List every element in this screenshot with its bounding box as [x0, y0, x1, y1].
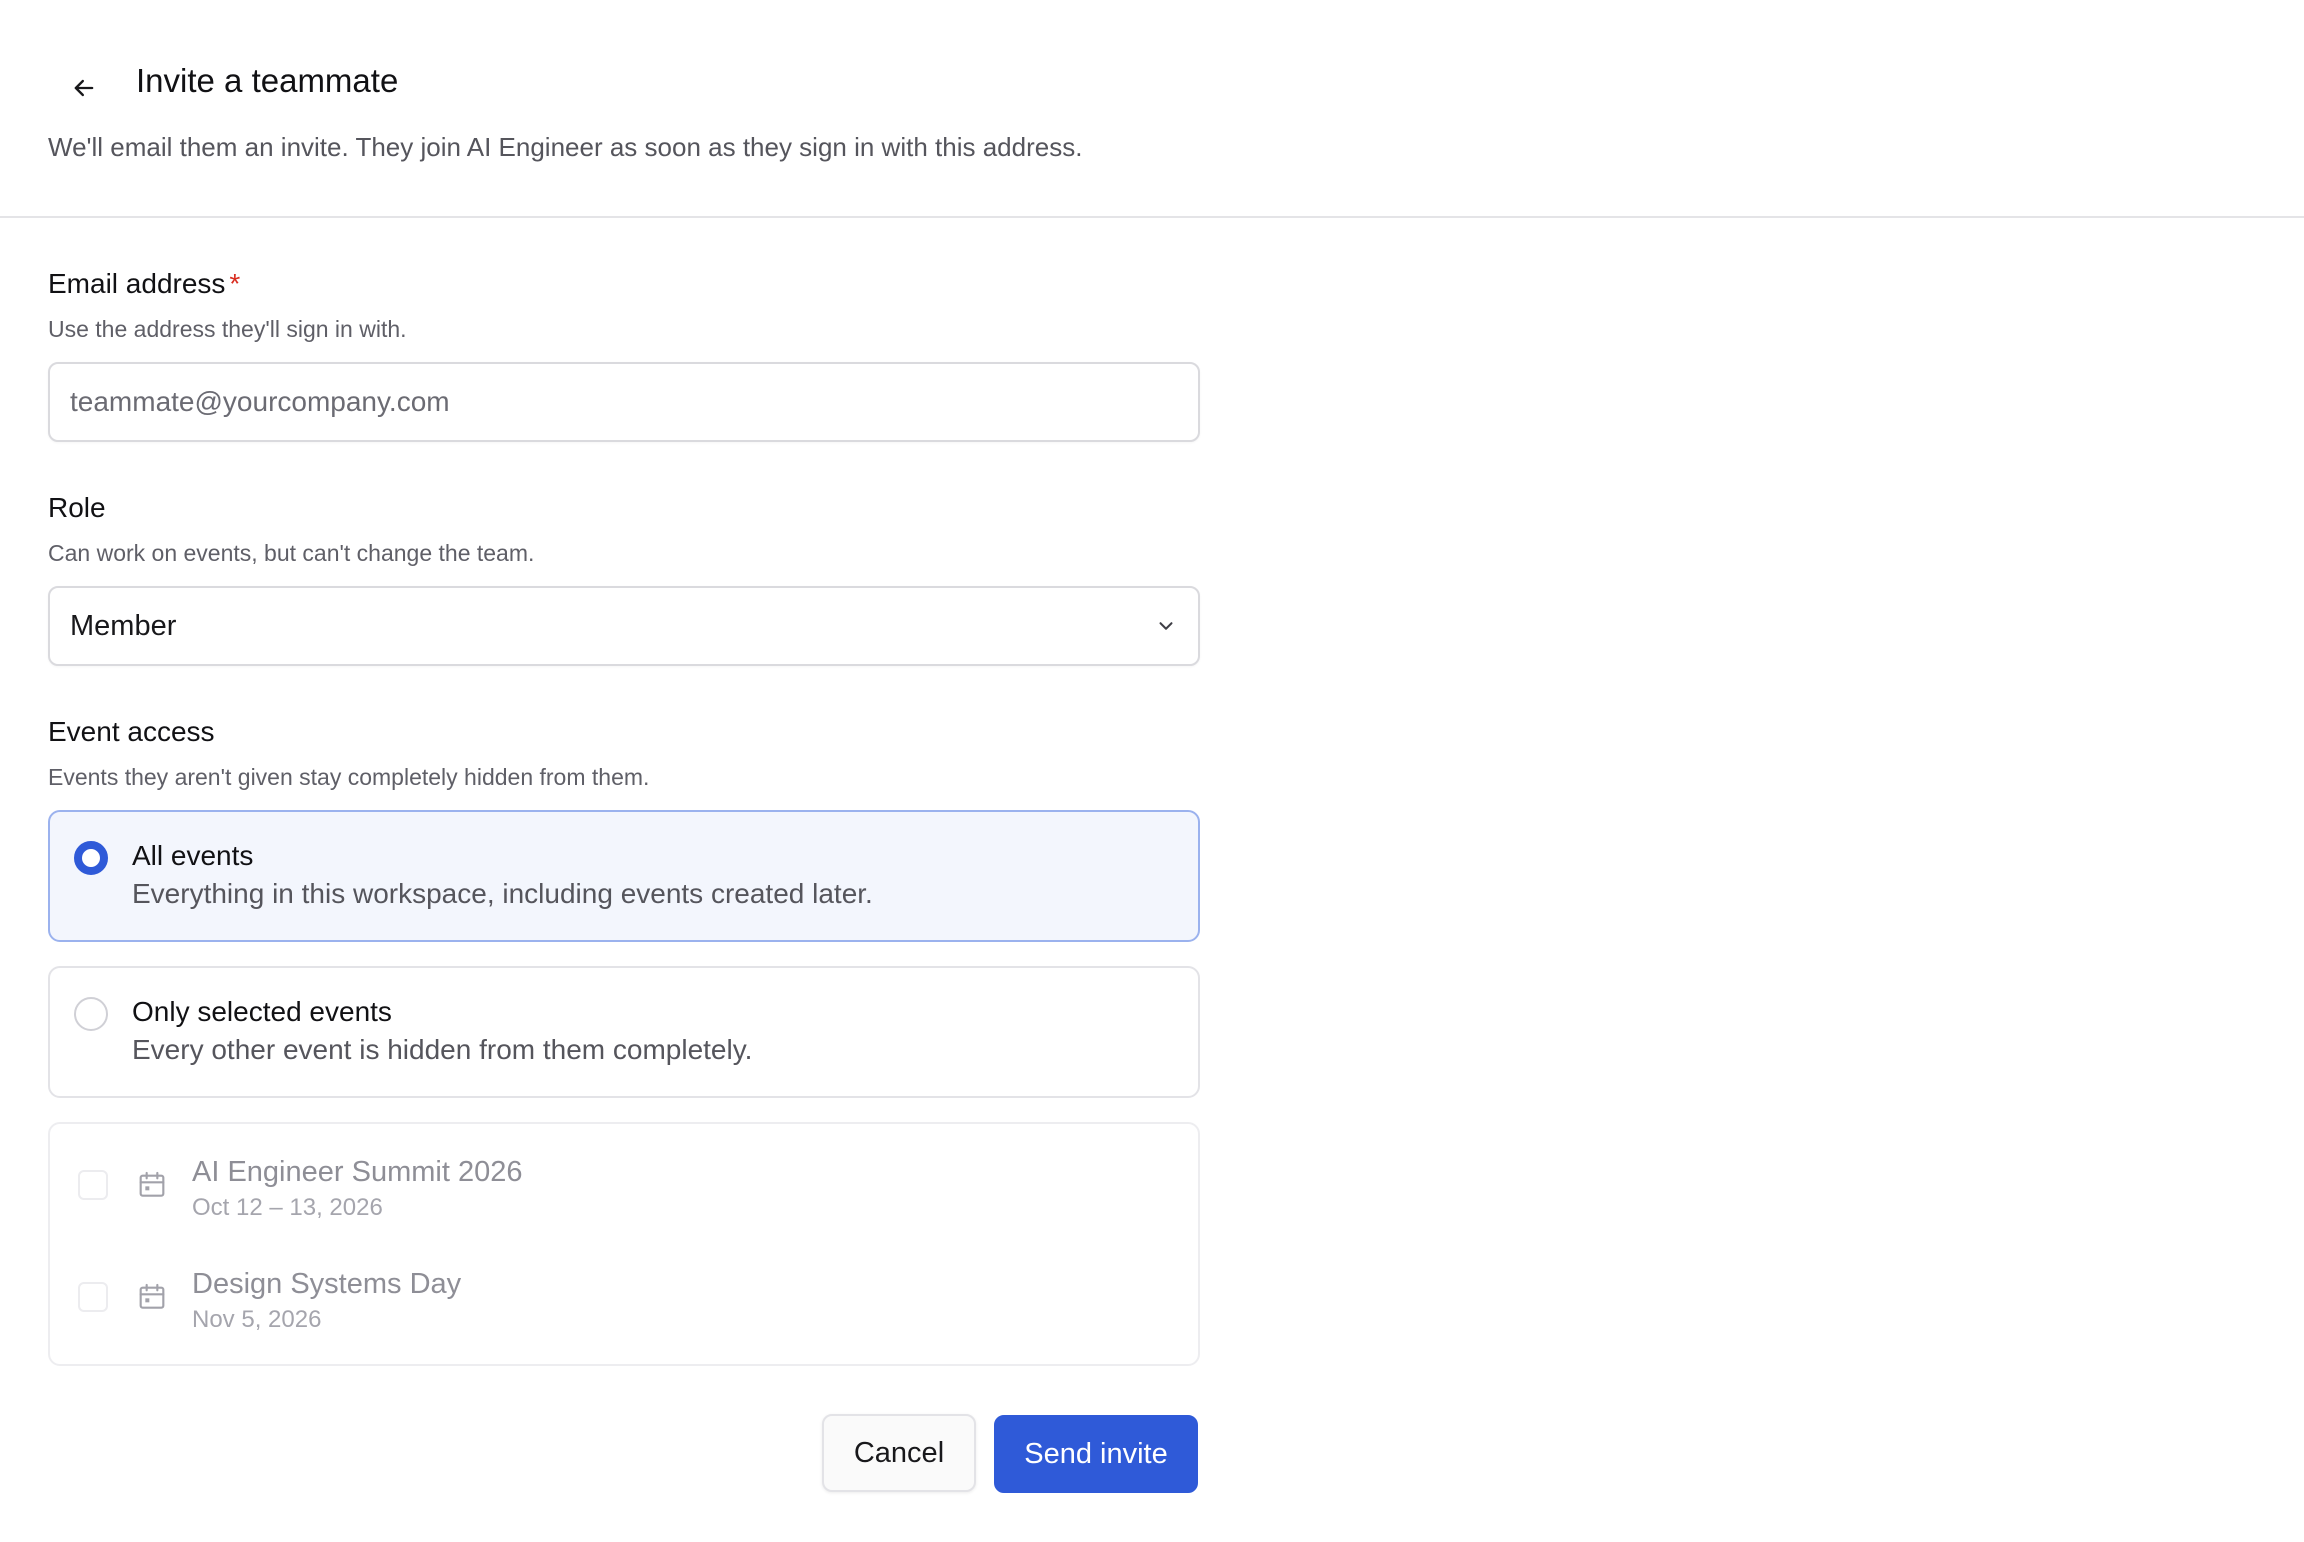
event-access-label: Event access	[48, 716, 215, 747]
option-description: Every other event is hidden from them co…	[132, 1034, 753, 1065]
required-indicator: *	[229, 268, 241, 299]
event-access-hint: Events they aren't given stay completely…	[48, 764, 650, 790]
option-title: All events	[132, 840, 254, 871]
option-all-events[interactable]: All events Everything in this workspace,…	[48, 810, 1200, 942]
cancel-button[interactable]: Cancel	[822, 1414, 976, 1492]
arrow-left-icon	[74, 79, 94, 97]
event-checkbox[interactable]	[78, 1282, 108, 1312]
role-select-value: Member	[70, 609, 177, 642]
option-title: Only selected events	[132, 996, 392, 1027]
event-date: Oct 12 – 13, 2026	[192, 1194, 383, 1221]
option-description: Everything in this workspace, including …	[132, 878, 873, 909]
option-selected-events[interactable]: Only selected events Every other event i…	[48, 966, 1200, 1098]
chevron-down-icon	[1154, 614, 1178, 638]
page-header: Invite a teammate We'll email them an in…	[0, 0, 2304, 218]
email-input[interactable]	[48, 362, 1200, 442]
email-hint: Use the address they'll sign in with.	[48, 316, 407, 342]
list-item: Design Systems Day Nov 5, 2026	[50, 1236, 1198, 1333]
email-label-text: Email address	[48, 268, 226, 299]
radio-all-events[interactable]	[74, 841, 108, 875]
role-label: Role	[48, 492, 106, 523]
calendar-icon	[139, 1283, 165, 1309]
calendar-icon	[139, 1171, 165, 1197]
list-item: AI Engineer Summit 2026 Oct 12 – 13, 202…	[50, 1124, 1198, 1221]
email-label: Email address *	[48, 268, 240, 300]
role-hint: Can work on events, but can't change the…	[48, 540, 535, 566]
event-list: AI Engineer Summit 2026 Oct 12 – 13, 202…	[48, 1122, 1200, 1366]
role-select[interactable]: Member	[48, 586, 1200, 666]
event-name: AI Engineer Summit 2026	[192, 1156, 523, 1188]
send-invite-button[interactable]: Send invite	[994, 1415, 1198, 1493]
event-checkbox[interactable]	[78, 1170, 108, 1200]
page-title: Invite a teammate	[136, 62, 399, 99]
invite-teammate-page: Invite a teammate We'll email them an in…	[0, 0, 2304, 1542]
radio-selected-events[interactable]	[74, 997, 108, 1031]
event-date: Nov 5, 2026	[192, 1306, 322, 1333]
event-name: Design Systems Day	[192, 1268, 462, 1300]
page-subtitle: We'll email them an invite. They join AI…	[48, 132, 1083, 162]
back-button[interactable]	[62, 66, 106, 110]
